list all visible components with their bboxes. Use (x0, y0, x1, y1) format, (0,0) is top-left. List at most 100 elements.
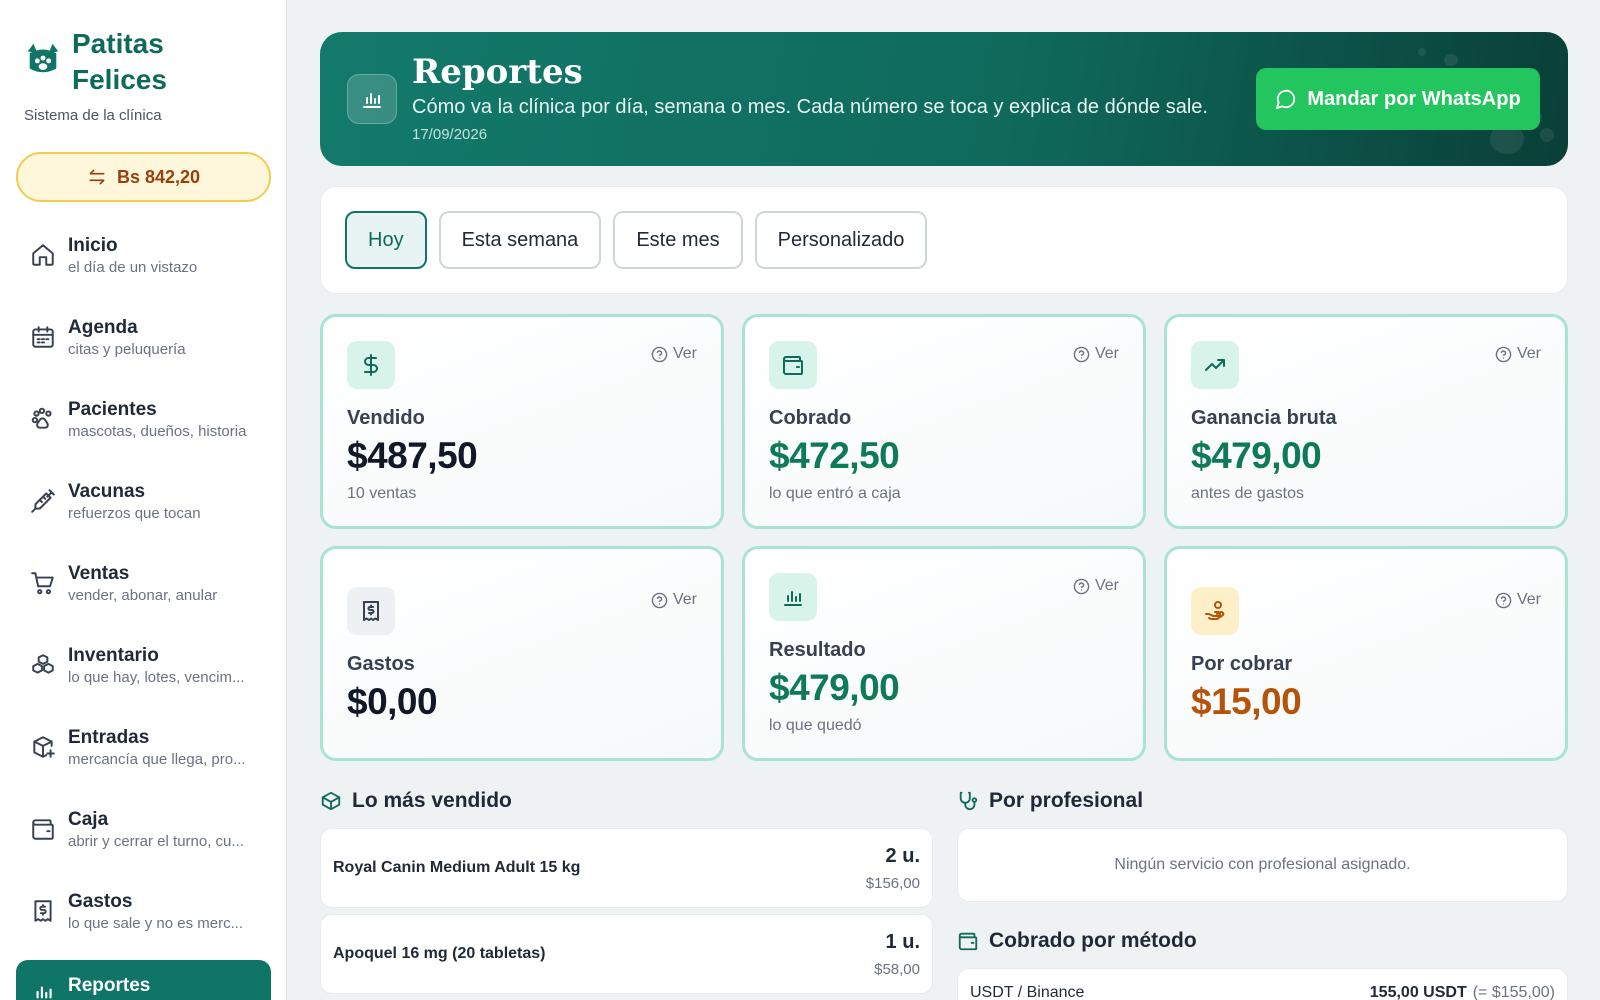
exchange-rate-pill[interactable]: Bs 842,20 (16, 152, 271, 202)
nav-subtitle: lo que sale y no es merc... (68, 915, 244, 932)
nav-item-agenda[interactable]: Agenda citas y peluquería (16, 304, 271, 386)
ver-link[interactable]: Ver (1073, 577, 1119, 595)
receipt-icon (347, 587, 395, 635)
ver-link[interactable]: Ver (1495, 591, 1541, 609)
chat-bubble-icon (1276, 89, 1296, 110)
boxes-icon (30, 652, 56, 678)
metric-label: Resultado (769, 639, 866, 661)
by-method-heading: Cobrado por método (957, 929, 1197, 953)
ver-label: Ver (1516, 345, 1541, 362)
ver-link[interactable]: Ver (1073, 345, 1119, 363)
tab-esta-semana[interactable]: Esta semana (438, 211, 602, 269)
nav-title: Gastos (68, 891, 133, 912)
stethoscope-icon (959, 791, 978, 811)
brand-subtitle: Sistema de la clínica (24, 107, 162, 124)
bar-chart-icon (30, 980, 56, 1000)
ver-label: Ver (1094, 577, 1119, 594)
paw-icon (30, 406, 56, 432)
ver-label: Ver (1094, 345, 1119, 362)
exchange-rate-label: Bs 842,20 (116, 166, 201, 187)
help-circle-icon (1495, 592, 1512, 608)
nav-subtitle: refuerzos que tocan (68, 505, 201, 522)
syringe-icon (30, 488, 56, 514)
trending-up-icon (1191, 341, 1239, 389)
report-chart-icon (347, 74, 397, 124)
metric-note: antes de gastos (1191, 485, 1304, 502)
help-circle-icon (1495, 346, 1512, 362)
package-icon (321, 791, 341, 811)
paw-logo-icon (27, 43, 59, 73)
payment-amount: 155,00 USDT (1369, 984, 1467, 1000)
list-item[interactable]: Apoquel 16 mg (20 tabletas) 1 u. $58,00 (320, 914, 933, 994)
wallet-icon (30, 816, 56, 842)
nav-subtitle: lo que hay, lotes, vencim... (68, 669, 245, 686)
nav-item-inicio[interactable]: Inicio el día de un vistazo (16, 222, 271, 304)
ver-link[interactable]: Ver (1495, 345, 1541, 363)
help-circle-icon (1073, 578, 1090, 594)
nav-subtitle: mercancía que llega, pro... (68, 751, 246, 768)
nav-subtitle: el día de un vistazo (68, 259, 198, 276)
ver-link[interactable]: Ver (651, 345, 697, 363)
metric-value: $15,00 (1191, 681, 1302, 722)
nav-title: Agenda (68, 317, 138, 338)
product-quantity: 1 u. (885, 931, 920, 953)
list-item[interactable]: USDT / Binance 155,00 USDT (= $155,00) (957, 968, 1568, 1000)
home-icon (30, 242, 56, 268)
nav-item-vacunas[interactable]: Vacunas refuerzos que tocan (16, 468, 271, 550)
metric-value: $487,50 (347, 435, 478, 476)
hand-coins-icon (1191, 587, 1239, 635)
metric-card-cobrado[interactable]: Ver Cobrado $472,50 lo que entró a caja (742, 314, 1146, 529)
nav-subtitle: abrir y cerrar el turno, cu... (68, 833, 244, 850)
cart-icon (30, 570, 56, 596)
calendar-icon (30, 324, 56, 350)
by-method-title: Cobrado por método (989, 929, 1197, 952)
swap-arrows-icon (89, 169, 105, 185)
nav-title: Reportes (68, 975, 151, 996)
nav-item-pacientes[interactable]: Pacientes mascotas, dueños, historia (16, 386, 271, 468)
tab-personalizado[interactable]: Personalizado (754, 211, 928, 269)
package-plus-icon (30, 734, 56, 760)
metric-card-por-cobrar[interactable]: Ver Por cobrar $15,00 (1164, 546, 1568, 761)
nav-title: Entradas (68, 727, 150, 748)
tab-este-mes[interactable]: Este mes (613, 211, 743, 269)
page-subtitle: Cómo va la clínica por día, semana o mes… (412, 96, 1208, 118)
nav-item-reportes[interactable]: Reportes (16, 960, 271, 1000)
sidebar: Patitas Felices Sistema de la clínica Bs… (0, 0, 287, 1000)
ver-link[interactable]: Ver (651, 591, 697, 609)
metric-note: lo que quedó (769, 717, 862, 734)
bar-chart-icon (769, 573, 817, 621)
nav-item-inventario[interactable]: Inventario lo que hay, lotes, vencim... (16, 632, 271, 714)
brand[interactable]: Patitas Felices (24, 26, 242, 98)
brand-name: Patitas Felices (72, 28, 167, 95)
metric-label: Cobrado (769, 407, 852, 429)
wallet-icon (958, 932, 978, 951)
period-selector: Hoy Esta semana Este mes Personalizado (320, 186, 1568, 294)
report-date: 17/09/2026 (412, 126, 488, 143)
send-whatsapp-button[interactable]: Mandar por WhatsApp (1256, 68, 1540, 130)
nav-title: Pacientes (68, 399, 157, 420)
product-amount: $156,00 (865, 875, 920, 892)
metric-card-vendido[interactable]: Ver Vendido $487,50 10 ventas (320, 314, 724, 529)
metric-card-resultado[interactable]: Ver Resultado $479,00 lo que quedó (742, 546, 1146, 761)
list-item[interactable]: Royal Canin Medium Adult 15 kg 2 u. $156… (320, 828, 933, 908)
nav-item-ventas[interactable]: Ventas vender, abonar, anular (16, 550, 271, 632)
metric-value: $479,00 (769, 667, 900, 708)
payment-method-amount: 155,00 USDT (= $155,00) (1370, 984, 1555, 1000)
by-professional-title: Por profesional (989, 789, 1144, 812)
nav-item-caja[interactable]: Caja abrir y cerrar el turno, cu... (16, 796, 271, 878)
ver-label: Ver (1516, 591, 1541, 608)
product-quantity: 2 u. (885, 845, 920, 867)
metric-card-ganancia-bruta[interactable]: Ver Ganancia bruta $479,00 antes de gast… (1164, 314, 1568, 529)
metric-card-gastos[interactable]: Ver Gastos $0,00 (320, 546, 724, 761)
tab-hoy[interactable]: Hoy (345, 211, 427, 269)
page-title: Reportes (412, 52, 583, 92)
nav-item-gastos[interactable]: Gastos lo que sale y no es merc... (16, 878, 271, 960)
ver-label: Ver (672, 345, 697, 362)
nav-title: Ventas (68, 563, 130, 584)
metric-label: Por cobrar (1191, 653, 1293, 675)
metric-note: lo que entró a caja (769, 485, 901, 502)
nav-item-entradas[interactable]: Entradas mercancía que llega, pro... (16, 714, 271, 796)
metric-label: Vendido (347, 407, 425, 429)
nav-subtitle: citas y peluquería (68, 341, 186, 358)
nav-title: Inventario (68, 645, 159, 666)
